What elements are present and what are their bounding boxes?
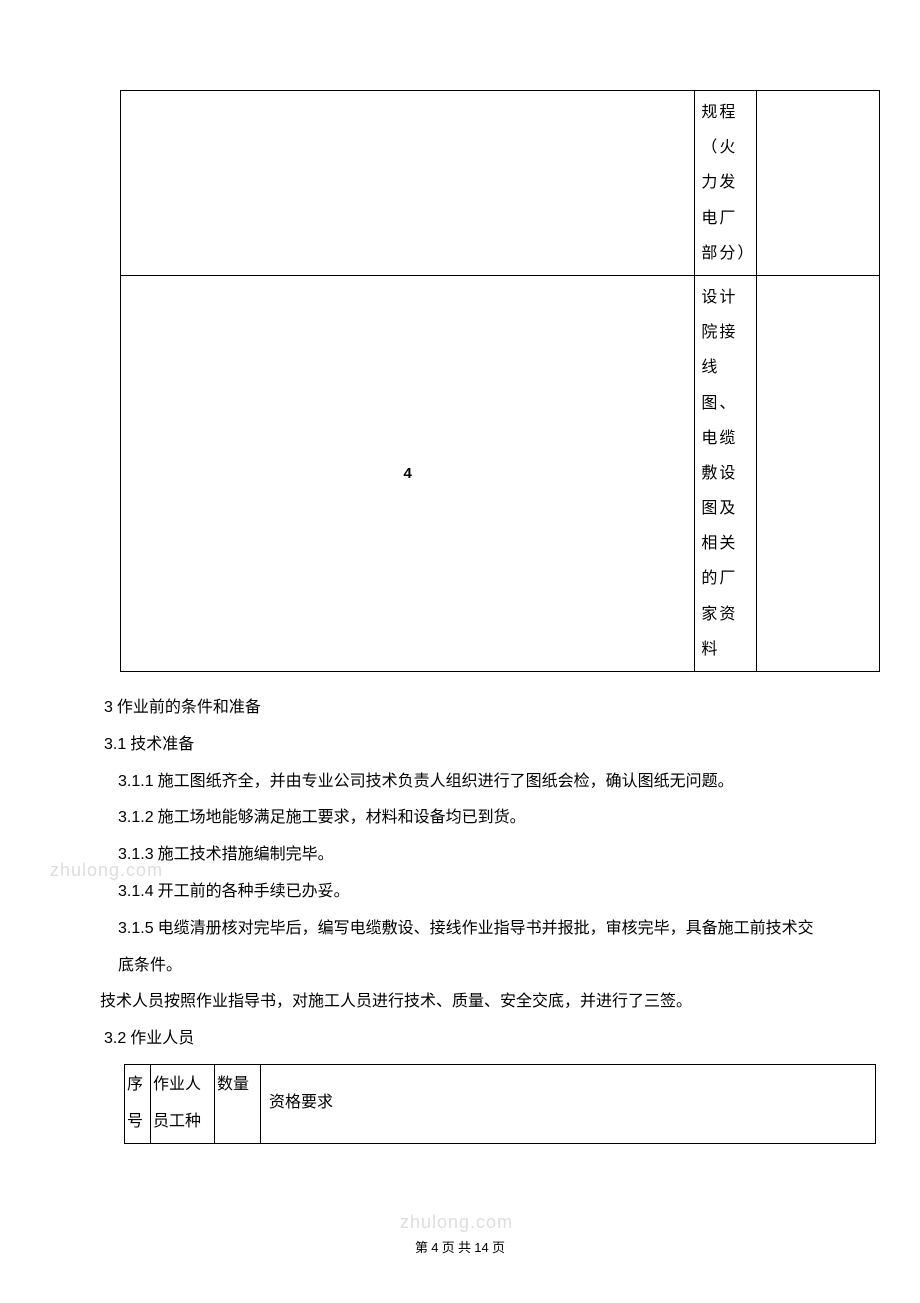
table1-r1-c2: 规程（火力发电厂部分） bbox=[695, 91, 757, 276]
para-3-1-1: 3.1.1 施工图纸齐全，并由专业公司技术负责人组织进行了图纸会检，确认图纸无问… bbox=[100, 764, 820, 801]
page-footer: 第 4 页 共 14 页 bbox=[0, 1237, 920, 1256]
personnel-table: 序号 作业人员工种 数量 资格要求 bbox=[124, 1064, 876, 1144]
table1-r2-c1: 4 bbox=[121, 275, 695, 671]
table1-r2-c3 bbox=[756, 275, 879, 671]
para-3-1-5: 3.1.5 电缆清册核对完毕后，编写电缆敷设、接线作业指导书并报批，审核完毕，具… bbox=[100, 911, 820, 985]
table1-r2-c2: 设计院接线图、电缆敷设图及相关的厂家资料 bbox=[695, 275, 757, 671]
tbl2-col-3: 数量 bbox=[215, 1064, 261, 1143]
section-3-title: 3 作业前的条件和准备 bbox=[100, 690, 820, 727]
tbl2-col-4: 资格要求 bbox=[261, 1064, 876, 1143]
section-3-1-title: 3.1 技术准备 bbox=[100, 727, 820, 764]
table1-r1-c3 bbox=[756, 91, 879, 276]
reference-table: 规程（火力发电厂部分） 4 设计院接线图、电缆敷设图及相关的厂家资料 bbox=[120, 90, 880, 672]
tbl2-col-2: 作业人员工种 bbox=[151, 1064, 215, 1143]
section-3-2-title: 3.2 作业人员 bbox=[100, 1021, 820, 1058]
para-3-1-3: 3.1.3 施工技术措施编制完毕。 bbox=[100, 837, 820, 874]
para-3-1-2: 3.1.2 施工场地能够满足施工要求，材料和设备均已到货。 bbox=[100, 800, 820, 837]
tbl2-col-1: 序号 bbox=[125, 1064, 151, 1143]
body-text: 3 作业前的条件和准备 3.1 技术准备 3.1.1 施工图纸齐全，并由专业公司… bbox=[100, 690, 820, 1058]
watermark: zhulong.com bbox=[400, 1212, 513, 1233]
table1-r1-c1 bbox=[121, 91, 695, 276]
para-3-1-4: 3.1.4 开工前的各种手续已办妥。 bbox=[100, 874, 820, 911]
para-extra: 技术人员按照作业指导书，对施工人员进行技术、质量、安全交底，并进行了三签。 bbox=[100, 984, 820, 1021]
